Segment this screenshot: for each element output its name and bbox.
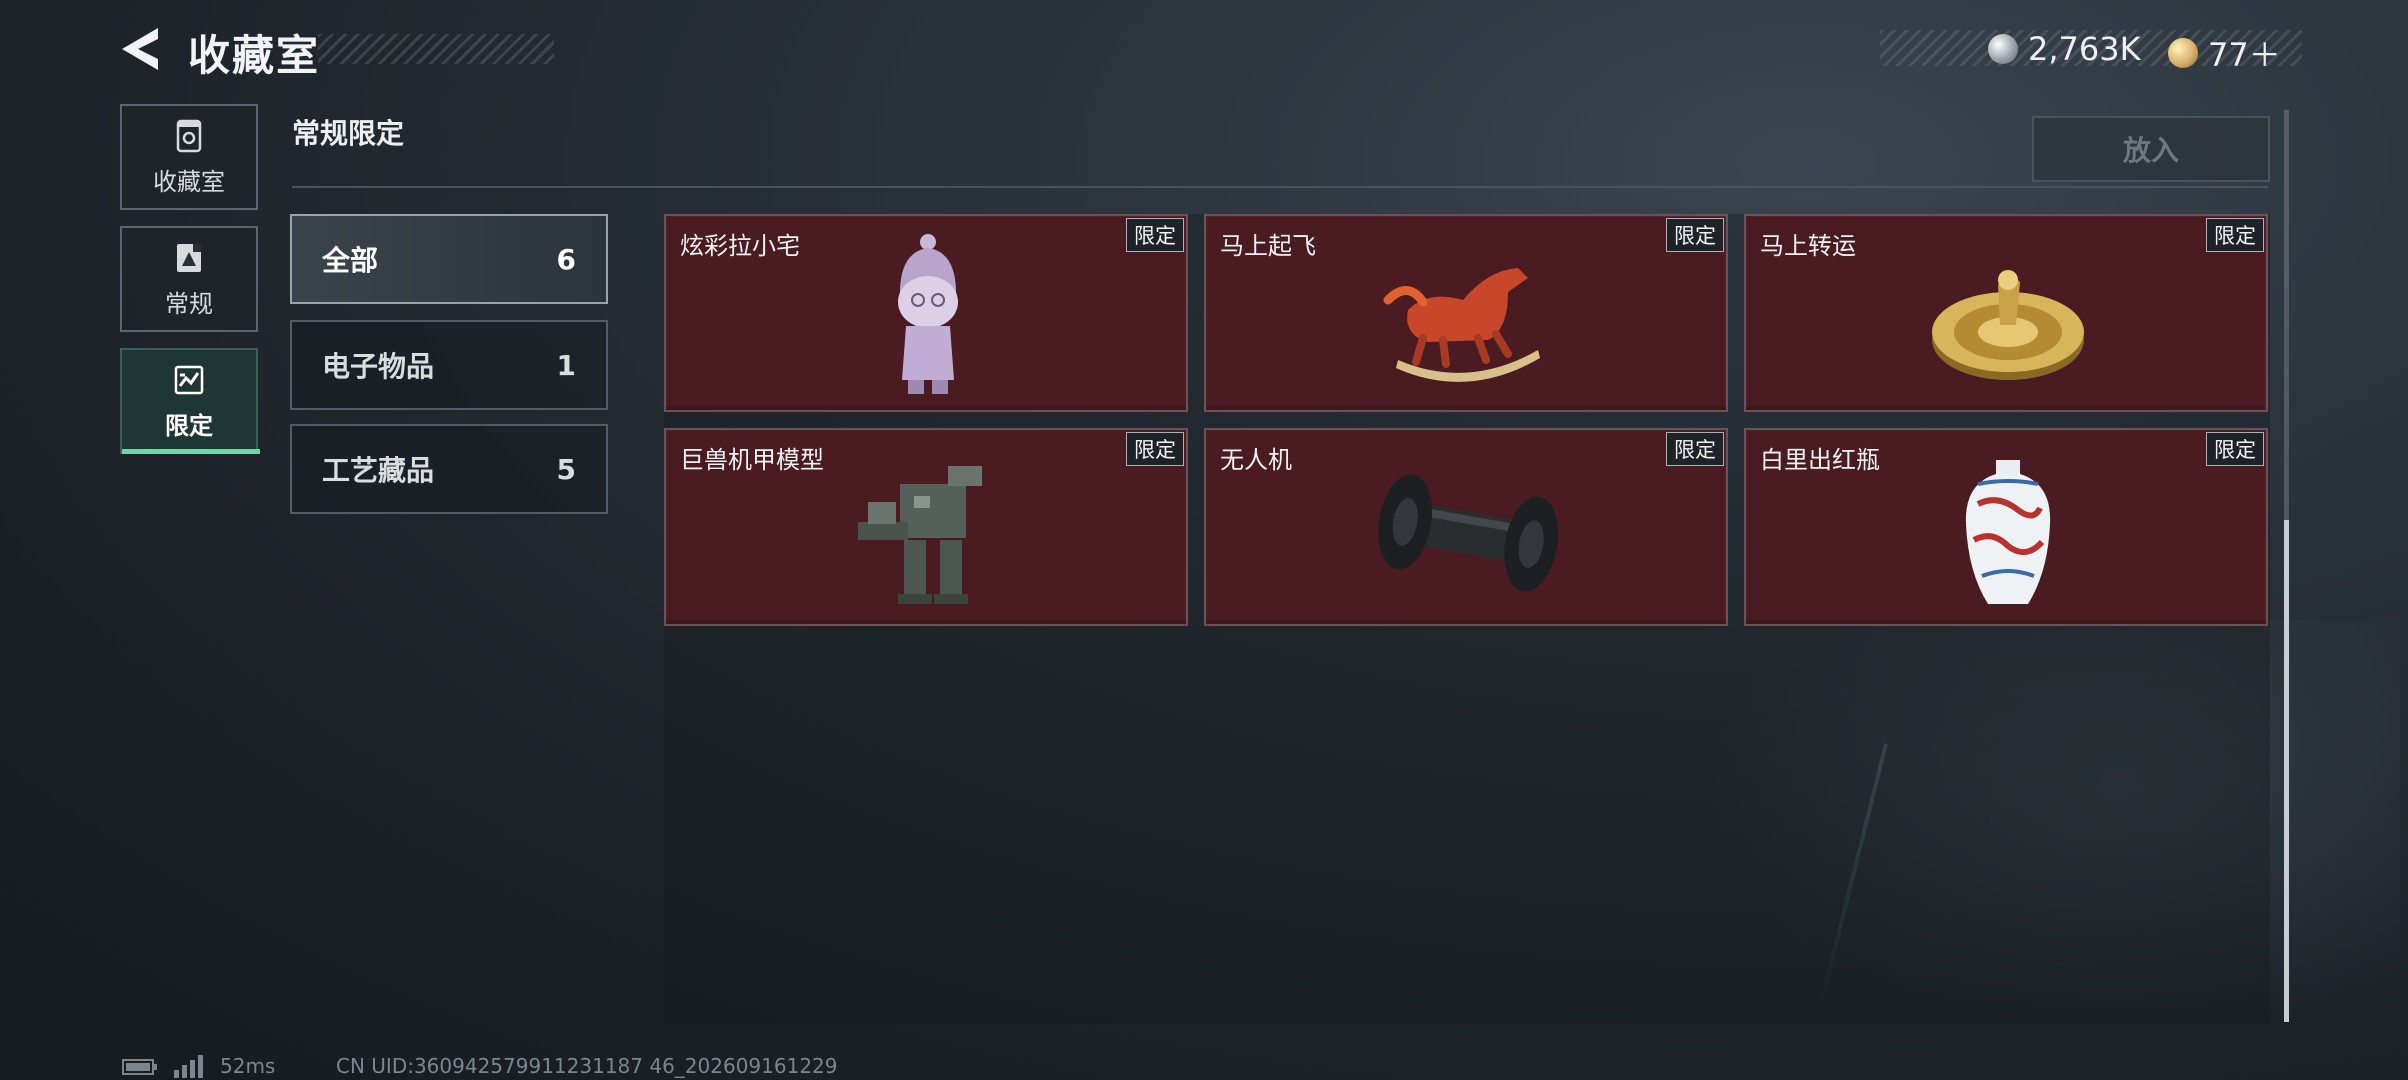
scrollbar-thumb[interactable] [2284,520,2289,1022]
nav-item-limited[interactable]: 限定 [120,348,260,454]
limited-badge: 限定 [2206,218,2264,252]
mech-model-icon [858,466,982,604]
item-name: 无人机 [1220,446,1292,474]
limited-icon [174,365,204,394]
uid-text: CN UID:360942579911231187 46_20260916122… [336,1054,838,1078]
limited-badge: 限定 [2206,432,2264,466]
page-title: 收藏室 [188,31,321,80]
gold-coin-icon [2168,38,2198,68]
standard-icon [177,243,201,272]
section-divider [292,186,2268,188]
item-name: 炫彩拉小宅 [680,232,800,260]
drone-icon [1378,474,1559,592]
limited-badge: 限定 [1666,432,1724,466]
nav-label-limited: 限定 [165,411,213,440]
filter-count: 6 [556,242,576,276]
back-arrow-icon[interactable] [118,26,166,72]
nav-item-standard[interactable]: 常规 [120,226,258,332]
filter-label: 电子物品 [322,350,435,383]
nav-label-standard: 常规 [165,289,213,318]
nav-item-collection-room[interactable]: 收藏室 [120,104,258,210]
currency-silver-value: 2,763K [2028,30,2141,68]
horse-statue-icon [1383,268,1540,382]
filter-label: 全部 [322,244,379,277]
limited-badge: 限定 [1126,218,1184,252]
limited-badge: 限定 [1126,432,1184,466]
currency-silver[interactable]: 2,763K [1988,30,2141,68]
item-card[interactable]: 巨兽机甲模型 限定 [664,428,1188,626]
filter-count: 1 [556,348,576,382]
title-decoration [318,34,554,64]
filter-electronics[interactable]: 电子物品 1 [290,320,608,410]
item-name: 巨兽机甲模型 [680,446,824,474]
porcelain-vase-icon [1965,460,2051,604]
battery-icon [122,1059,157,1075]
item-card[interactable]: 白里出红瓶 限定 [1744,428,2268,626]
nav-label-collection-room: 收藏室 [153,167,225,196]
put-in-button[interactable]: 放入 [2032,116,2270,182]
filter-crafts[interactable]: 工艺藏品 5 [290,424,608,514]
item-card[interactable]: 无人机 限定 [1204,428,1728,626]
nav-active-indicator [122,449,260,454]
signal-icon [174,1055,203,1078]
item-name: 马上转运 [1760,232,1856,260]
limited-badge: 限定 [1666,218,1724,252]
currency-gold-value: 77＋ [2208,36,2281,74]
silver-coin-icon [1988,34,2018,64]
item-card[interactable]: 马上起飞 限定 [1204,214,1728,412]
item-card[interactable]: 马上转运 限定 [1744,214,2268,412]
golden-disc-icon [1932,270,2084,380]
figurine-icon [898,234,958,394]
filter-label: 工艺藏品 [322,454,435,487]
filter-count: 5 [556,452,576,486]
item-card[interactable]: 炫彩拉小宅 限定 [664,214,1188,412]
top-bar: 收藏室 2,763K 77＋ [0,0,2408,100]
item-name: 马上起飞 [1220,232,1316,260]
section-title: 常规限定 [292,117,405,150]
filter-all[interactable]: 全部 6 [290,214,608,304]
currency-gold[interactable]: 77＋ [2168,30,2281,76]
collection-box-icon [176,119,202,152]
item-name: 白里出红瓶 [1760,446,1880,474]
ping-text: 52ms [220,1054,276,1078]
